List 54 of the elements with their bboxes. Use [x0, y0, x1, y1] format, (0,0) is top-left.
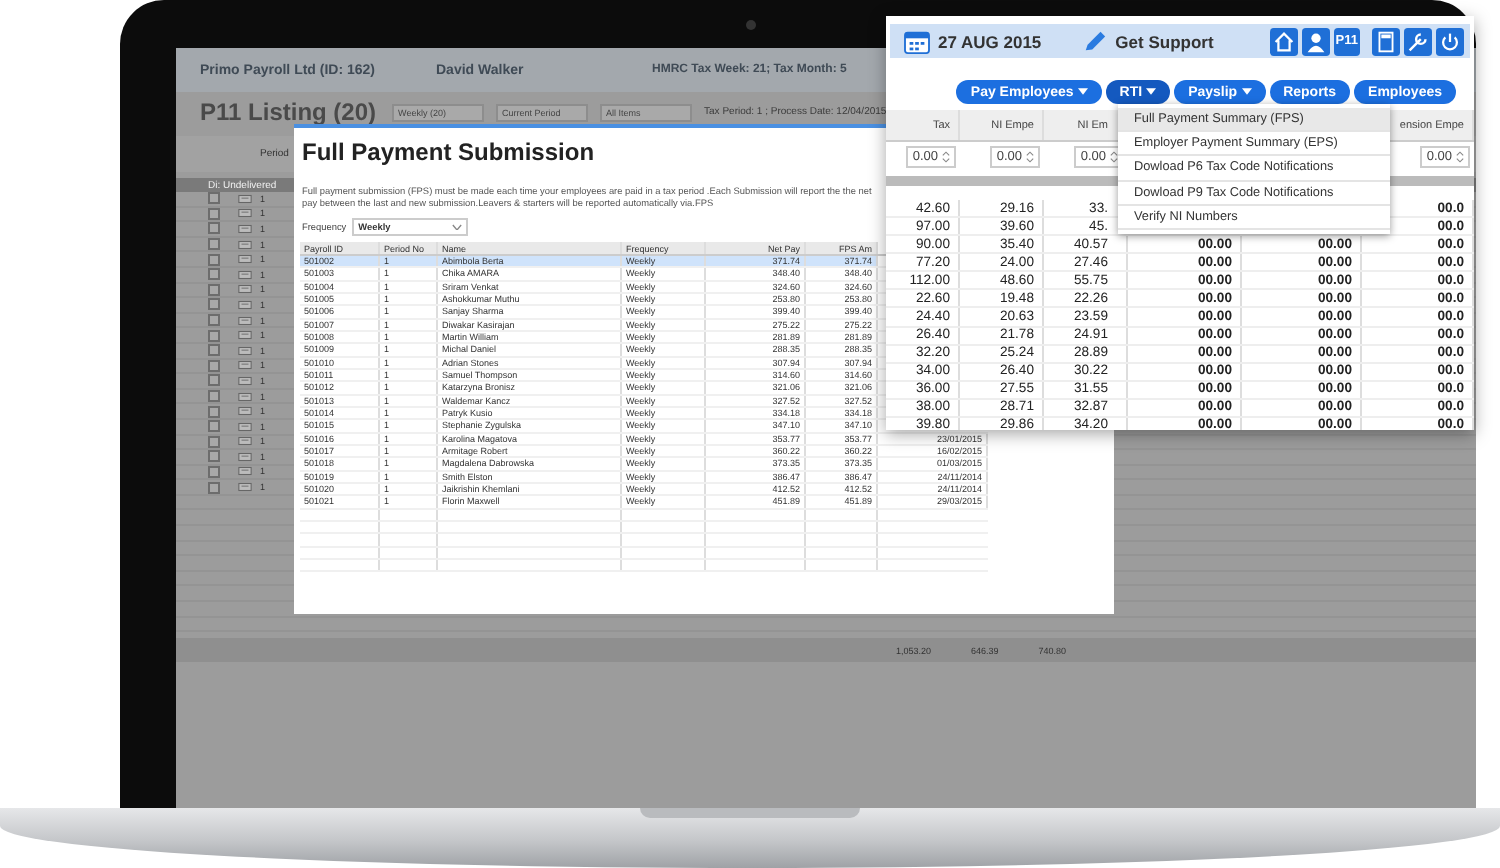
calendar-icon	[904, 29, 930, 53]
home-icon[interactable]	[1269, 27, 1298, 55]
row-checkbox[interactable]	[207, 314, 219, 327]
spinner-icon	[1026, 150, 1034, 164]
row-checkbox[interactable]	[207, 222, 219, 235]
user-icon[interactable]	[1301, 27, 1330, 55]
row-checkbox[interactable]	[207, 329, 219, 342]
payslip-icon[interactable]	[238, 193, 252, 204]
payslip-icon[interactable]	[238, 421, 252, 432]
payslip-icon[interactable]	[238, 406, 252, 417]
payslip-icon[interactable]	[238, 269, 252, 280]
row-checkbox[interactable]	[207, 253, 219, 266]
payslip-icon[interactable]	[238, 375, 252, 386]
row-checkbox[interactable]	[207, 238, 219, 251]
row-checkbox[interactable]	[207, 268, 219, 281]
payslip-icon[interactable]	[238, 345, 252, 356]
payslip-icon[interactable]	[238, 239, 252, 250]
row-checkbox[interactable]	[207, 192, 219, 205]
row-checkbox[interactable]	[207, 420, 219, 433]
pencil-icon	[1081, 29, 1108, 53]
payslip-icon[interactable]	[238, 482, 252, 493]
row-checkbox[interactable]	[207, 481, 219, 494]
get-support-link[interactable]: Get Support	[1115, 31, 1214, 51]
payslip-icon[interactable]	[238, 360, 252, 371]
row-checkbox[interactable]	[207, 450, 219, 463]
current-date: 27 AUG 2015	[938, 31, 1042, 51]
power-icon[interactable]	[1436, 27, 1464, 55]
calculator-icon[interactable]	[1372, 27, 1400, 55]
caret-icon	[1077, 88, 1088, 96]
payslip-icon[interactable]	[238, 254, 252, 265]
caret-icon	[1146, 88, 1157, 96]
caret-icon	[452, 223, 463, 231]
row-checkbox[interactable]	[207, 405, 219, 418]
dialog-title: Full Payment Submission	[302, 138, 595, 166]
spinner-icon	[942, 150, 950, 164]
payslip-icon[interactable]	[238, 284, 252, 295]
page-title: P11 Listing (20)	[200, 98, 377, 126]
payslip-icon[interactable]	[238, 223, 252, 234]
payslip-icon[interactable]	[238, 466, 252, 477]
payslip-icon[interactable]	[238, 436, 252, 447]
payslip-icon[interactable]	[238, 330, 252, 341]
payslip-icon[interactable]	[238, 208, 252, 219]
wrench-icon[interactable]	[1404, 27, 1432, 55]
spinner-icon	[1456, 150, 1464, 164]
row-checkbox[interactable]	[207, 374, 219, 387]
payslip-icon[interactable]	[238, 299, 252, 310]
caret-icon	[1241, 88, 1252, 96]
payslip-icon[interactable]	[238, 315, 252, 326]
spinner-icon	[1110, 150, 1118, 164]
payslip-icon[interactable]	[238, 391, 252, 402]
row-checkbox[interactable]	[207, 344, 219, 357]
payslip-icon[interactable]	[238, 451, 252, 462]
row-checkbox[interactable]	[207, 390, 219, 403]
row-checkbox[interactable]	[207, 298, 219, 311]
